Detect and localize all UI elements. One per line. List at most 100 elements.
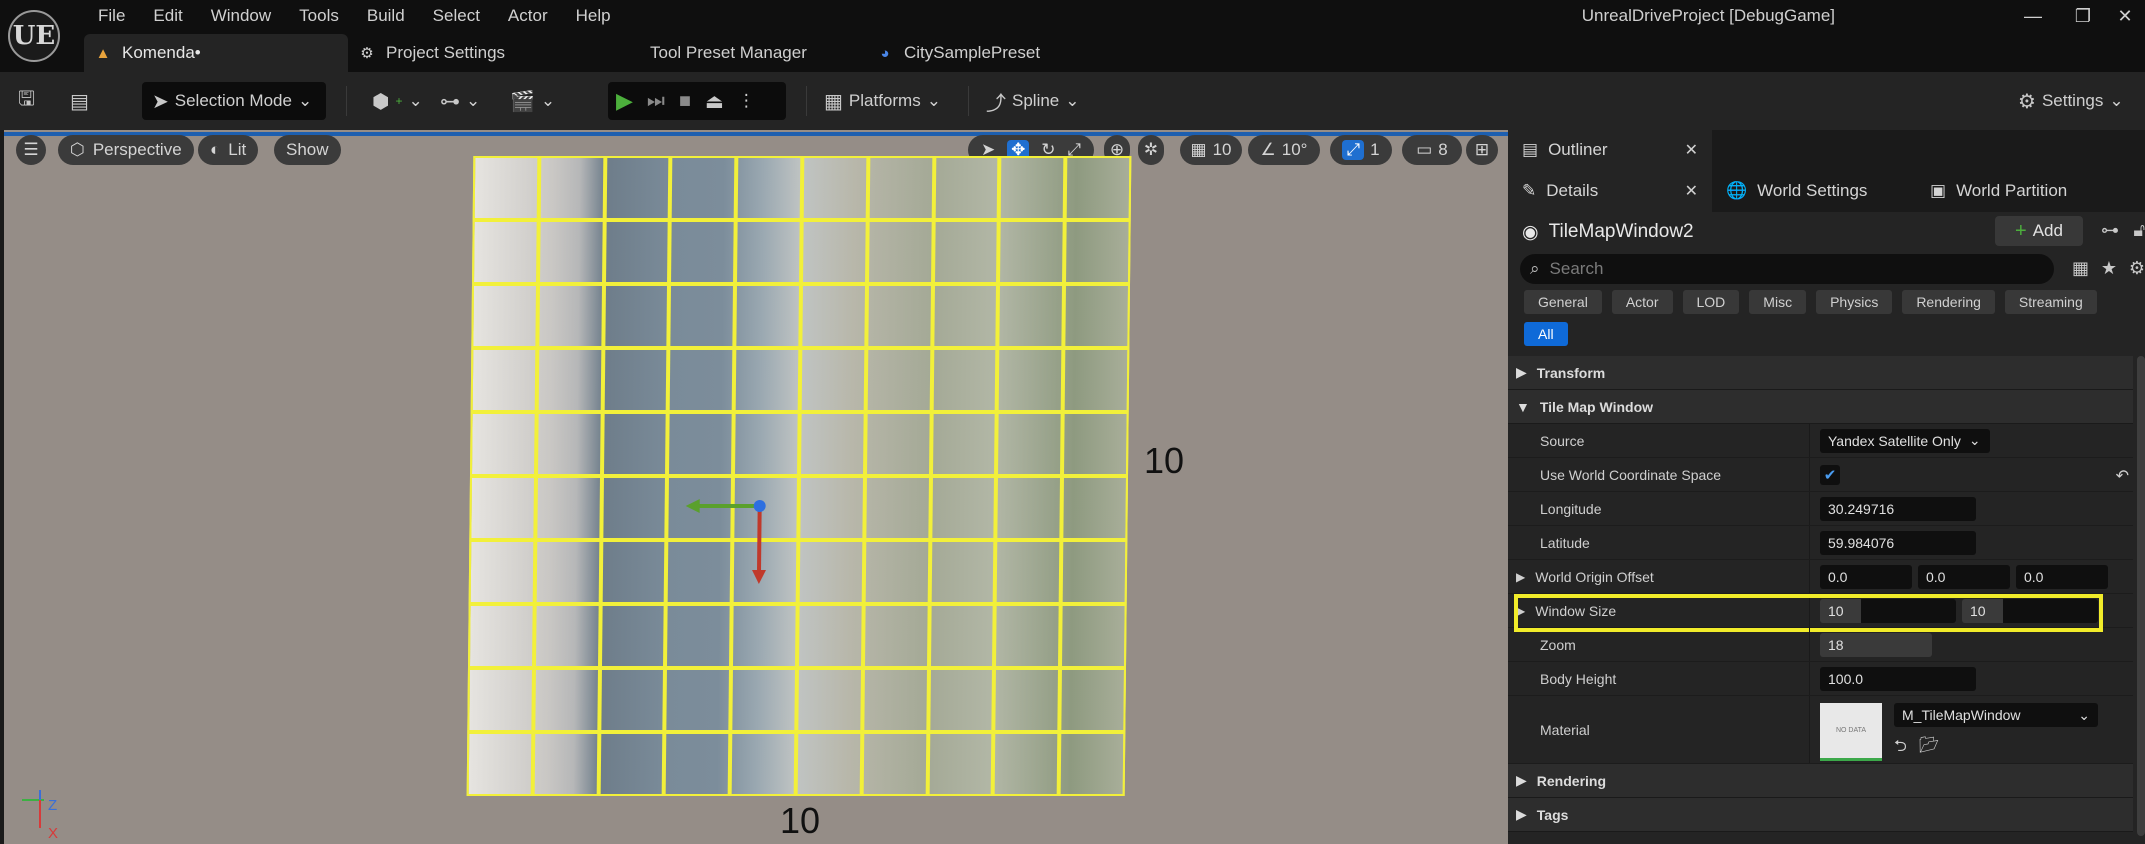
tab-world-settings[interactable]: 🌐 World Settings	[1712, 170, 1916, 212]
chevron-right-icon: ▶	[1516, 772, 1527, 788]
reset-to-default-icon[interactable]: ↶	[2116, 466, 2129, 486]
details-search-input[interactable]: ⌕ Search	[1520, 254, 2054, 284]
use-selected-icon[interactable]: ⮌	[1894, 735, 1907, 762]
use-world-coordinate-checkbox[interactable]: ✔	[1820, 464, 1840, 485]
material-thumbnail[interactable]: NO DATA	[1820, 703, 1882, 761]
move-gizmo-icon[interactable]	[679, 486, 800, 596]
lock-icon[interactable]: 🔓︎	[2133, 220, 2145, 241]
filter-physics[interactable]: Physics	[1816, 290, 1893, 314]
grid-snap-button[interactable]: ▦ 10	[1180, 135, 1242, 165]
outliner-label: Outliner	[1548, 140, 1608, 159]
close-icon[interactable]: ✕	[1685, 181, 1698, 201]
save-icon[interactable]: 🖫	[18, 82, 35, 120]
close-icon[interactable]: ✕	[2113, 4, 2137, 28]
layout-icon[interactable]: ⊞	[1466, 135, 1498, 165]
menu-actor[interactable]: Actor	[494, 4, 562, 28]
menu-select[interactable]: Select	[419, 4, 494, 28]
scale-snap-icon: ⤢	[1342, 140, 1365, 160]
tab-komenda[interactable]: ▲ Komenda•	[84, 34, 348, 72]
browse-asset-icon[interactable]: 📂︎	[1919, 735, 1939, 762]
chevron-right-icon[interactable]: ▶	[1516, 570, 1525, 584]
eject-icon[interactable]: ⏏	[705, 89, 724, 114]
origin-offset-x-input[interactable]: 0.0	[1820, 564, 1912, 589]
viewport-menu-icon[interactable]: ☰	[16, 135, 46, 165]
restore-icon[interactable]: ❐	[2071, 4, 2095, 28]
stop-icon[interactable]: ■	[679, 90, 691, 113]
filter-general[interactable]: General	[1524, 290, 1602, 314]
category-tags[interactable]: ▶ Tags	[1508, 798, 2133, 832]
unreal-logo-icon[interactable]: UE	[8, 10, 60, 62]
cinematics-icon[interactable]: 🎬 ⌄	[510, 82, 555, 120]
content-browser-icon[interactable]: ▤	[70, 82, 89, 120]
latitude-input[interactable]: 59.984076	[1820, 530, 1976, 555]
tab-outliner[interactable]: ▤ Outliner ✕	[1508, 130, 1712, 170]
prop-label: Latitude	[1508, 526, 1810, 559]
source-dropdown[interactable]: Yandex Satellite Only ⌄	[1820, 428, 1990, 453]
category-tile-map-window[interactable]: ▼ Tile Map Window	[1508, 390, 2133, 424]
menu-build[interactable]: Build	[353, 4, 419, 28]
window-size-x-input[interactable]: 10	[1820, 598, 1956, 623]
tab-city-sample-preset[interactable]: ◕ CitySamplePreset	[866, 34, 1058, 72]
rotation-snap-button[interactable]: ∠ 10°	[1248, 135, 1320, 165]
details-scrollbar[interactable]	[2137, 356, 2145, 836]
filter-streaming[interactable]: Streaming	[2004, 290, 2097, 314]
tab-world-partition[interactable]: ▣ World Partition	[1916, 170, 2081, 212]
outliner-tab-bar: ▤ Outliner ✕	[1508, 130, 2145, 170]
grid-height-label: 10	[1144, 440, 1185, 481]
more-options-icon[interactable]: ⋮	[738, 91, 755, 111]
show-button[interactable]: Show	[274, 135, 341, 165]
lit-button[interactable]: ◐ Lit	[198, 135, 259, 165]
window-size-y-input[interactable]: 10	[1962, 598, 2098, 623]
menu-help[interactable]: Help	[562, 4, 625, 28]
blueprint-options-icon[interactable]: ⊶	[2101, 220, 2119, 241]
star-icon[interactable]: ★	[2101, 258, 2117, 279]
scale-snap-button[interactable]: ⤢ 1	[1330, 135, 1392, 165]
perspective-button[interactable]: ⬡ Perspective	[58, 135, 194, 165]
longitude-input[interactable]: 30.249716	[1820, 496, 1976, 521]
scale-snap-value: 1	[1370, 140, 1380, 159]
surface-snap-icon[interactable]: ✲	[1138, 135, 1164, 165]
add-component-button[interactable]: + Add	[1995, 216, 2083, 246]
table-view-icon[interactable]: ▦	[2072, 258, 2089, 279]
tab-details[interactable]: ✎ Details ✕	[1508, 170, 1712, 212]
close-icon[interactable]: ✕	[1685, 140, 1698, 160]
grid-snap-value: 10	[1212, 140, 1232, 159]
menu-edit[interactable]: Edit	[139, 4, 196, 28]
filter-all[interactable]: All	[1524, 322, 1568, 346]
filter-lod[interactable]: LOD	[1682, 290, 1740, 314]
menu-tools[interactable]: Tools	[285, 4, 353, 28]
menu-window[interactable]: Window	[197, 4, 285, 28]
step-icon[interactable]: ⏭	[647, 90, 665, 113]
category-rendering[interactable]: ▶ Rendering	[1508, 764, 2133, 798]
play-icon[interactable]: ▶	[616, 88, 633, 114]
origin-offset-z-input[interactable]: 0.0	[2016, 564, 2108, 589]
body-height-input[interactable]: 100.0	[1820, 666, 1976, 691]
origin-offset-y-input[interactable]: 0.0	[1918, 564, 2010, 589]
menu-file[interactable]: File	[84, 4, 139, 28]
level-viewport[interactable]: ☰ ⬡ Perspective ◐ Lit Show ➤ ✥ ↻ ⤢ ⊕ ✲ ▦…	[0, 130, 1508, 844]
axis-z-label: Z	[48, 797, 58, 814]
tile-map-window[interactable]	[466, 156, 1132, 796]
spline-dropdown[interactable]: ⤴ Spline ⌄	[986, 82, 1080, 120]
prop-label: World Origin Offset	[1535, 568, 1654, 585]
actor-name[interactable]: TileMapWindow2	[1549, 221, 1694, 243]
add-actor-icon[interactable]: ⬢ + ⌄	[372, 82, 423, 120]
settings-dropdown[interactable]: ⚙ Settings ⌄	[2018, 82, 2124, 120]
minimize-icon[interactable]: —	[2021, 4, 2045, 28]
blueprint-icon[interactable]: ⊶ ⌄	[440, 82, 480, 120]
platforms-dropdown[interactable]: ▦ Platforms ⌄	[824, 82, 941, 120]
chevron-right-icon[interactable]: ▶	[1516, 604, 1525, 618]
category-transform[interactable]: ▶ Transform	[1508, 356, 2133, 390]
outliner-icon: ▤	[1522, 140, 1539, 159]
filter-rendering[interactable]: Rendering	[1902, 290, 1995, 314]
material-dropdown[interactable]: M_TileMapWindow ⌄	[1894, 703, 2098, 727]
tab-project-settings[interactable]: ⚙ Project Settings	[348, 34, 640, 72]
zoom-slider[interactable]: 18	[1820, 632, 1932, 657]
gear-icon[interactable]: ⚙	[2129, 258, 2145, 279]
tab-tool-preset-manager[interactable]: Tool Preset Manager	[640, 34, 866, 72]
camera-icon: ▭	[1416, 140, 1433, 159]
filter-misc[interactable]: Misc	[1749, 290, 1807, 314]
selection-mode-dropdown[interactable]: ➤ Selection Mode ⌄	[142, 82, 326, 120]
filter-actor[interactable]: Actor	[1611, 290, 1673, 314]
camera-speed-button[interactable]: ▭ 8	[1402, 135, 1462, 165]
